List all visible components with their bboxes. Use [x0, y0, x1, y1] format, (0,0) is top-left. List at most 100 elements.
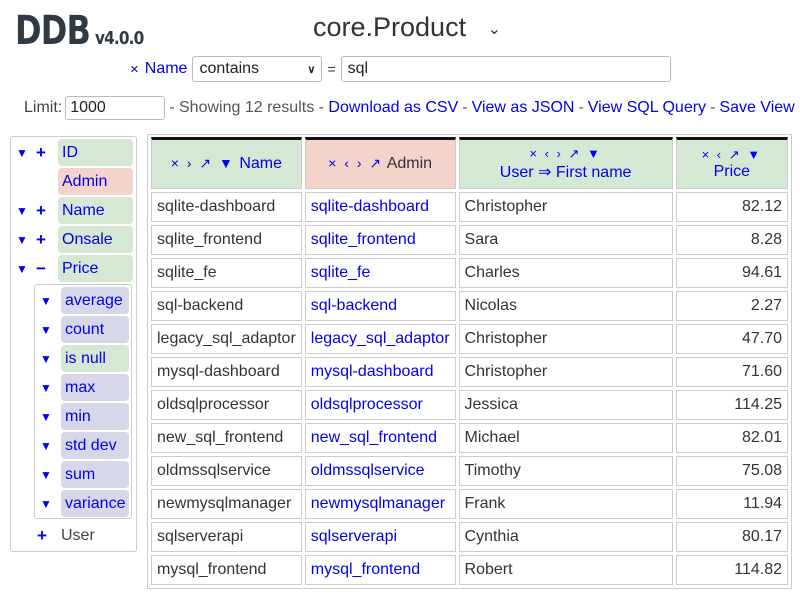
column-label[interactable]: Price	[681, 163, 783, 181]
cell-admin-link[interactable]: sql-backend	[304, 291, 456, 321]
column-controls[interactable]: × › ↗ ▼	[171, 155, 235, 171]
aggregate-count[interactable]: count	[61, 316, 129, 343]
separator: -	[578, 99, 584, 116]
cell-name: sql-backend	[151, 291, 302, 321]
cell-user-first-name: Christopher	[458, 324, 673, 354]
field-sidebar: ▼ + ID Admin ▼ + Name ▼ + Onsale ▼ − Pri…	[10, 136, 137, 552]
column-label[interactable]: User ⇒ First name	[464, 162, 668, 182]
table-row: new_sql_frontend new_sql_frontend Michael 8…	[151, 423, 788, 453]
filter-funnel-icon[interactable]: ▼	[39, 323, 53, 337]
filter-funnel-icon[interactable]: ▼	[15, 204, 29, 218]
aggregate-variance[interactable]: variance	[61, 490, 129, 517]
aggregate-row: ▼	[39, 316, 53, 343]
aggregate-is-null[interactable]: is null	[61, 345, 129, 372]
cell-price: 114.82	[675, 555, 788, 585]
remove-filter-icon[interactable]: ×	[130, 61, 139, 78]
cell-admin-link[interactable]: sqlite_frontend	[304, 225, 456, 255]
sidebar-field-user[interactable]: User	[61, 527, 95, 545]
filter-funnel-icon[interactable]: ▼	[15, 233, 29, 247]
cell-name: sqlserverapi	[151, 522, 302, 552]
sidebar-item-user: + User	[35, 522, 95, 549]
cell-user-first-name: Frank	[458, 489, 673, 519]
filter-funnel-icon[interactable]: ▼	[39, 468, 53, 482]
cell-price: 47.70	[675, 324, 788, 354]
expand-plus-icon[interactable]: +	[34, 230, 48, 250]
filter-value-input[interactable]: sql	[340, 56, 671, 82]
aggregate-row: ▼	[39, 374, 53, 401]
cell-price: 80.17	[675, 522, 788, 552]
cell-user-first-name: Jessica	[458, 390, 673, 420]
expand-plus-icon[interactable]: +	[34, 201, 48, 221]
model-select-chevron-icon[interactable]: ⌄	[488, 21, 501, 38]
aggregate-sum[interactable]: sum	[61, 461, 129, 488]
cell-admin-link[interactable]: newmysqlmanager	[304, 489, 456, 519]
cell-name: sqlite_frontend	[151, 225, 302, 255]
cell-admin-link[interactable]: sqlite-dashboard	[304, 192, 456, 222]
sidebar-field-name[interactable]: Name	[58, 197, 133, 224]
table-row: sql-backend sql-backend Nicolas 2.27	[151, 291, 788, 321]
filter-funnel-icon[interactable]: ▼	[39, 352, 53, 366]
filter-row: × Name contains ∨ = sql	[130, 56, 671, 82]
filter-funnel-icon[interactable]: ▼	[15, 262, 29, 276]
filter-funnel-icon[interactable]: ▼	[39, 497, 53, 511]
aggregate-average[interactable]: average	[61, 287, 129, 314]
table-row: mysql_frontend mysql_frontend Robert 114.82	[151, 555, 788, 585]
separator: -	[710, 99, 716, 116]
sidebar-field-onsale[interactable]: Onsale	[58, 226, 133, 253]
cell-user-first-name: Christopher	[458, 357, 673, 387]
filter-funnel-icon[interactable]: ▼	[39, 381, 53, 395]
cell-admin-link[interactable]: mysql-dashboard	[304, 357, 456, 387]
cell-admin-link[interactable]: new_sql_frontend	[304, 423, 456, 453]
download-csv-link[interactable]: Download as CSV	[328, 99, 458, 117]
cell-user-first-name: Charles	[458, 258, 673, 288]
equals-sign: =	[327, 61, 336, 77]
aggregate-row: ▼	[39, 490, 53, 517]
limit-input[interactable]: 1000	[65, 96, 166, 120]
column-controls[interactable]: × ‹ › ↗	[328, 155, 383, 171]
result-count: - Showing 12 results -	[169, 99, 324, 116]
filter-field-link[interactable]: Name	[145, 60, 188, 78]
aggregate-std-dev[interactable]: std dev	[61, 432, 129, 459]
filter-funnel-icon[interactable]: ▼	[39, 439, 53, 453]
aggregate-min[interactable]: min	[61, 403, 129, 430]
expand-plus-icon[interactable]: +	[35, 526, 49, 546]
column-controls[interactable]: × ‹ › ↗ ▼	[464, 146, 668, 162]
price-aggregates-box: ▼ average ▼ count ▼ is null ▼ max ▼ min …	[34, 284, 132, 519]
cell-user-first-name: Nicolas	[458, 291, 673, 321]
cell-admin-link[interactable]: mysql_frontend	[304, 555, 456, 585]
aggregate-row: ▼	[39, 287, 53, 314]
cell-user-first-name: Sara	[458, 225, 673, 255]
sidebar-field-price[interactable]: Price	[58, 255, 133, 282]
sidebar-field-id[interactable]: ID	[58, 139, 133, 166]
view-json-link[interactable]: View as JSON	[472, 99, 575, 117]
filter-funnel-icon[interactable]: ▼	[15, 146, 29, 160]
column-header-user-first-name: × ‹ › ↗ ▼ User ⇒ First name	[458, 137, 673, 189]
sidebar-item-price: ▼ −	[15, 255, 48, 282]
cell-admin-link[interactable]: sqlserverapi	[304, 522, 456, 552]
results-table-container: × › ↗ ▼ Name × ‹ › ↗ Admin × ‹ › ↗ ▼ Use…	[147, 134, 792, 589]
filter-funnel-icon[interactable]: ▼	[39, 410, 53, 424]
filter-funnel-icon[interactable]: ▼	[39, 294, 53, 308]
filter-operator-select[interactable]: contains ∨	[192, 56, 323, 82]
aggregate-max[interactable]: max	[61, 374, 129, 401]
column-label: Admin	[386, 155, 433, 172]
cell-name: oldmssqlservice	[151, 456, 302, 486]
filter-operator-value: contains	[199, 60, 260, 77]
cell-admin-link[interactable]: legacy_sql_adaptor	[304, 324, 456, 354]
table-row: sqlserverapi sqlserverapi Cynthia 80.17	[151, 522, 788, 552]
cell-name: mysql-dashboard	[151, 357, 302, 387]
column-label[interactable]: Name	[239, 155, 282, 172]
cell-price: 11.94	[675, 489, 788, 519]
table-header-row: × › ↗ ▼ Name × ‹ › ↗ Admin × ‹ › ↗ ▼ Use…	[151, 137, 788, 189]
save-view-link[interactable]: Save View	[719, 99, 794, 117]
cell-admin-link[interactable]: oldsqlprocessor	[304, 390, 456, 420]
table-row: legacy_sql_adaptor legacy_sql_adaptor Chri…	[151, 324, 788, 354]
collapse-minus-icon[interactable]: −	[34, 259, 48, 279]
cell-name: oldsqlprocessor	[151, 390, 302, 420]
expand-plus-icon[interactable]: +	[34, 143, 48, 163]
cell-admin-link[interactable]: sqlite_fe	[304, 258, 456, 288]
view-sql-link[interactable]: View SQL Query	[588, 99, 706, 117]
column-controls[interactable]: × ‹ ↗ ▼	[681, 147, 783, 163]
cell-admin-link[interactable]: oldmssqlservice	[304, 456, 456, 486]
sidebar-field-admin[interactable]: Admin	[58, 168, 133, 195]
